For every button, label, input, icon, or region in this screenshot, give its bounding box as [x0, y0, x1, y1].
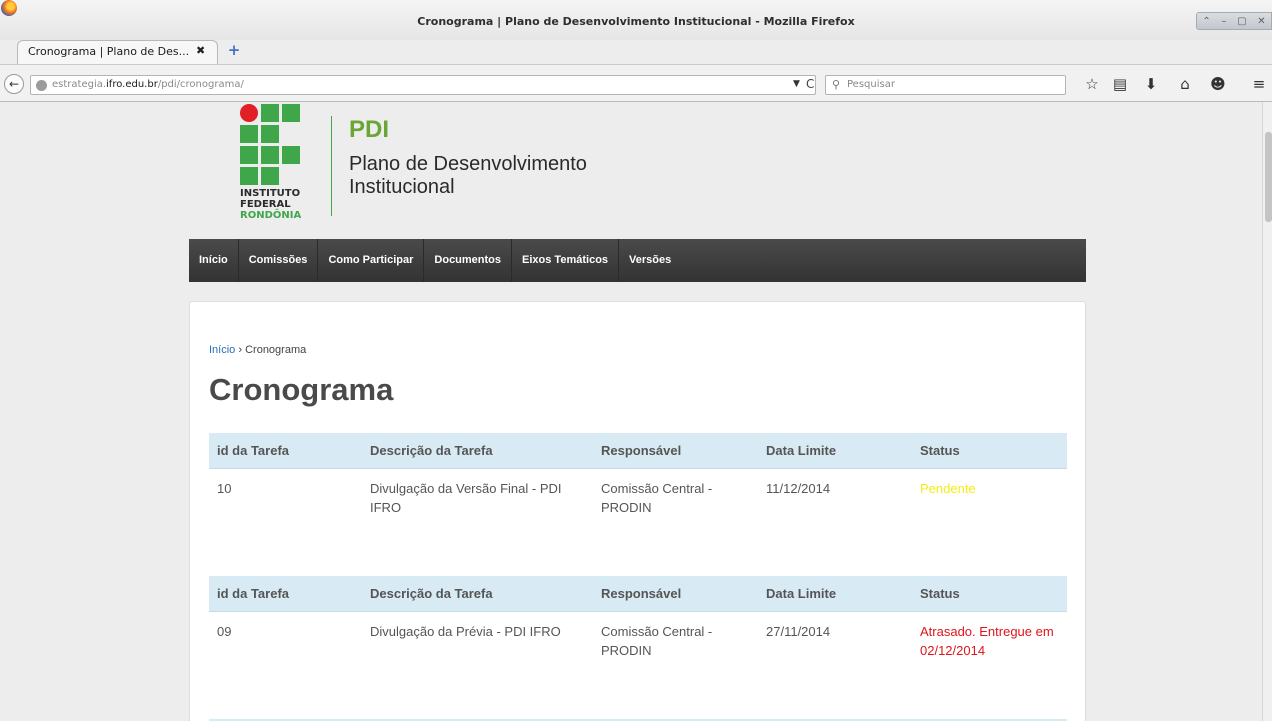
bookmark-star-icon[interactable]: ☆: [1083, 76, 1101, 92]
column-header-deadline: Data Limite: [758, 576, 912, 612]
breadcrumb-home-link[interactable]: Início: [209, 344, 235, 356]
column-header-responsible: Responsável: [593, 433, 758, 469]
window-minimize-icon[interactable]: –: [1221, 16, 1226, 27]
column-header-description: Descrição da Tarefa: [362, 576, 593, 612]
task-table: id da Tarefa Descrição da Tarefa Respons…: [209, 576, 1067, 719]
logo-divider: [331, 116, 332, 216]
window-title: Cronograma | Plano de Desenvolvimento In…: [417, 15, 855, 28]
logo-square: [240, 167, 258, 185]
reload-icon[interactable]: C: [806, 77, 814, 91]
url-bar[interactable]: estrategia.ifro.edu.br/pdi/cronograma/ ▼…: [30, 75, 816, 95]
task-id: 10: [217, 480, 232, 496]
table-row: 10 Divulgação da Versão Final - PDI IFRO…: [209, 468, 1067, 576]
scrollbar-thumb[interactable]: [1265, 132, 1272, 222]
menu-item-comissoes[interactable]: Comissões: [239, 239, 319, 282]
column-header-id: id da Tarefa: [209, 433, 362, 469]
task-table: id da Tarefa Descrição da Tarefa Respons…: [209, 433, 1067, 576]
menu-item-documentos[interactable]: Documentos: [424, 239, 513, 282]
task-deadline: 27/11/2014: [766, 623, 831, 639]
table-header-row: id da Tarefa Descrição da Tarefa Respons…: [209, 576, 1067, 612]
navigation-toolbar: ← estrategia.ifro.edu.br/pdi/cronograma/…: [0, 64, 1272, 102]
logo-square: [240, 146, 258, 164]
back-button[interactable]: ←: [4, 74, 24, 94]
home-icon[interactable]: ⌂: [1176, 76, 1194, 92]
column-header-status: Status: [912, 576, 1067, 612]
column-header-description: Descrição da Tarefa: [362, 433, 593, 469]
chat-icon[interactable]: ☻: [1209, 76, 1227, 92]
tab-title: Cronograma | Plano de Des...: [28, 45, 190, 58]
window-titlebar: Cronograma | Plano de Desenvolvimento In…: [0, 0, 1272, 40]
breadcrumb-current: Cronograma: [245, 344, 307, 356]
logo-square: [261, 125, 279, 143]
logo-square: [261, 104, 279, 122]
menu-item-como-participar[interactable]: Como Participar: [318, 239, 425, 282]
menu-item-eixos-tematicos[interactable]: Eixos Temáticos: [512, 239, 620, 282]
logo-text-federal: FEDERAL: [240, 199, 291, 210]
search-input[interactable]: ⚲ Pesquisar: [825, 75, 1066, 95]
page-title: Cronograma: [209, 372, 394, 407]
search-placeholder: Pesquisar: [847, 79, 895, 90]
logo-square: [282, 104, 300, 122]
main-menu: Início Comissões Como Participar Documen…: [189, 239, 1086, 282]
logo-square: [282, 146, 300, 164]
breadcrumb: Início › Cronograma: [209, 344, 306, 356]
vertical-scrollbar[interactable]: [1262, 102, 1272, 721]
tab-close-icon[interactable]: ✖: [196, 44, 205, 57]
ifro-logo[interactable]: INSTITUTO FEDERAL RONDÔNIA: [240, 104, 310, 230]
logo-square: [240, 125, 258, 143]
page-viewport: INSTITUTO FEDERAL RONDÔNIA PDI Plano de …: [0, 102, 1262, 721]
site-acronym: PDI: [349, 116, 390, 143]
menu-icon[interactable]: ≡: [1250, 76, 1268, 92]
task-status: Atrasado. Entregue em 02/12/2014: [920, 623, 1054, 658]
breadcrumb-separator: ›: [238, 344, 243, 356]
column-header-deadline: Data Limite: [758, 433, 912, 469]
task-status: Pendente: [920, 480, 976, 496]
task-deadline: 11/12/2014: [766, 480, 831, 496]
firefox-logo-icon: [1, 0, 17, 16]
task-responsible: Comissão Central - PRODIN: [601, 623, 713, 658]
url-path: /pdi/cronograma/: [157, 79, 244, 90]
url-text: estrategia.ifro.edu.br/pdi/cronograma/: [52, 79, 244, 90]
window-controls: ⌃ – ▢ ✕: [1196, 12, 1272, 30]
download-icon[interactable]: ⬇: [1142, 76, 1160, 92]
column-header-responsible: Responsável: [593, 576, 758, 612]
window-close-icon[interactable]: ✕: [1257, 16, 1265, 27]
logo-red-circle: [240, 104, 258, 122]
new-tab-icon[interactable]: +: [227, 43, 241, 58]
window-shade-icon[interactable]: ⌃: [1202, 16, 1210, 27]
task-description: Divulgação da Versão Final - PDI IFRO: [370, 480, 562, 515]
logo-square: [261, 167, 279, 185]
globe-icon[interactable]: [36, 80, 47, 91]
table-row: 09 Divulgação da Prévia - PDI IFRO Comis…: [209, 611, 1067, 719]
window-maximize-icon[interactable]: ▢: [1237, 16, 1246, 27]
site-name: Plano de Desenvolvimento Institucional: [349, 153, 587, 198]
search-icon[interactable]: ⚲: [832, 78, 840, 91]
table-header-row: id da Tarefa Descrição da Tarefa Respons…: [209, 433, 1067, 469]
browser-tab[interactable]: Cronograma | Plano de Des... ✖: [17, 40, 218, 64]
logo-text-rondonia: RONDÔNIA: [240, 210, 302, 221]
column-header-id: id da Tarefa: [209, 576, 362, 612]
reading-list-icon[interactable]: ▤: [1111, 76, 1129, 92]
logo-text-instituto: INSTITUTO: [240, 188, 301, 199]
history-dropmarker-icon[interactable]: ▼: [793, 79, 800, 89]
task-description: Divulgação da Prévia - PDI IFRO: [370, 623, 561, 639]
menu-item-inicio[interactable]: Início: [189, 239, 239, 282]
url-host: ifro.edu.br: [106, 79, 158, 90]
content-panel: Início › Cronograma Cronograma id da Tar…: [189, 301, 1086, 721]
task-id: 09: [217, 623, 232, 639]
url-prefix: estrategia.: [52, 79, 107, 90]
menu-item-versoes[interactable]: Versões: [619, 239, 681, 282]
logo-square: [261, 146, 279, 164]
column-header-status: Status: [912, 433, 1067, 469]
task-responsible: Comissão Central - PRODIN: [601, 480, 713, 515]
